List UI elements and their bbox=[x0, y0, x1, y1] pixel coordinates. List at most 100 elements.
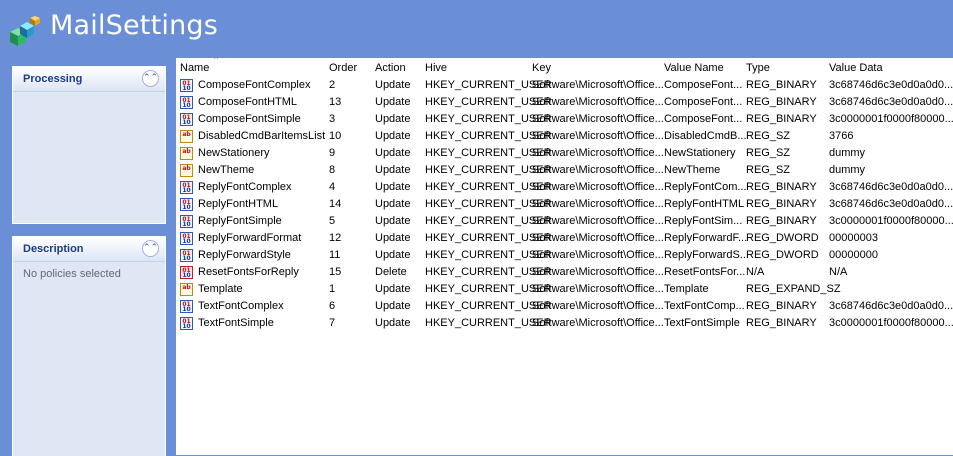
cell-key: Software\Microsoft\Office... bbox=[532, 96, 664, 108]
list-body: 01 10 ComposeFontComplex 2 Update HKEY_CURREN… bbox=[176, 77, 953, 332]
table-row[interactable]: 01 10 ComposeFontHTML 13 Update HKEY_CURRENT_… bbox=[176, 94, 953, 111]
cell-name: ReplyFontHTML bbox=[198, 198, 279, 210]
cell-order: 14 bbox=[329, 198, 342, 210]
string-value-icon: ab bbox=[180, 147, 193, 160]
table-row[interactable]: 01 10 ReplyFontSimple 5 Update HKEY_CURRENT_U… bbox=[176, 213, 953, 230]
collapse-chevron-icon[interactable]: ⌃⌃ bbox=[142, 240, 159, 257]
binary-value-icon: 01 10 bbox=[180, 215, 193, 228]
cell-order: 8 bbox=[329, 164, 336, 176]
cell-type: REG_EXPAND_SZ bbox=[746, 283, 841, 295]
description-panel: Description ⌃⌃ No policies selected bbox=[12, 236, 166, 456]
processing-panel-header[interactable]: Processing ⌃⌃ bbox=[13, 67, 165, 92]
delete-value-icon: 01 10 bbox=[180, 266, 193, 279]
collapse-chevron-icon[interactable]: ⌃⌃ bbox=[142, 70, 159, 87]
column-header-key[interactable]: Key bbox=[532, 62, 551, 74]
table-row[interactable]: 01 10 ReplyFontComplex 4 Update HKEY_CURRENT_… bbox=[176, 179, 953, 196]
cell-action: Update bbox=[375, 147, 411, 159]
cell-type: REG_BINARY bbox=[746, 198, 817, 210]
cell-order: 13 bbox=[329, 96, 342, 108]
cell-name: ComposeFontComplex bbox=[198, 79, 311, 91]
table-row[interactable]: 01 10 TextFontComplex 6 Update HKEY_CURRENT_U… bbox=[176, 298, 953, 315]
cell-order: 6 bbox=[329, 300, 336, 312]
cell-key: Software\Microsoft\Office... bbox=[532, 300, 664, 312]
table-row[interactable]: 01 10 ComposeFontSimple 3 Update HKEY_CURRENT… bbox=[176, 111, 953, 128]
cell-type: REG_DWORD bbox=[746, 249, 819, 261]
binary-value-icon: 01 10 bbox=[180, 232, 193, 245]
column-header-hive[interactable]: Hive bbox=[425, 62, 447, 74]
table-row[interactable]: 01 10 ResetFontsForReply 15 Delete HKEY_CURRE… bbox=[176, 264, 953, 281]
column-header-value-name[interactable]: Value Name bbox=[664, 62, 724, 74]
cell-name: Template bbox=[198, 283, 243, 295]
list-header: ^ Name Order Action Hive Key Value Name … bbox=[176, 54, 953, 77]
description-text: No policies selected bbox=[23, 268, 121, 280]
table-row[interactable]: 01 10 TextFontSimple 7 Update HKEY_CURRENT_US… bbox=[176, 315, 953, 332]
cell-value-name: TextFontSimple bbox=[664, 317, 740, 329]
cell-action: Delete bbox=[375, 266, 407, 278]
binary-value-icon: 01 10 bbox=[180, 249, 193, 262]
cell-order: 15 bbox=[329, 266, 342, 278]
cell-type: REG_BINARY bbox=[746, 215, 817, 227]
cell-value-name: Template bbox=[664, 283, 709, 295]
table-row[interactable]: ab DisabledCmdBarItemsList 10 Update HKEY_CU… bbox=[176, 128, 953, 145]
cell-order: 5 bbox=[329, 215, 336, 227]
cell-name: TextFontComplex bbox=[198, 300, 284, 312]
cell-order: 10 bbox=[329, 130, 342, 142]
cell-name: ReplyFontComplex bbox=[198, 181, 292, 193]
cell-key: Software\Microsoft\Office... bbox=[532, 130, 664, 142]
description-panel-header[interactable]: Description ⌃⌃ bbox=[13, 237, 165, 262]
cell-value-name: NewStationery bbox=[664, 147, 736, 159]
cell-value-name: ReplyForwardF... bbox=[664, 232, 748, 244]
cell-key: Software\Microsoft\Office... bbox=[532, 283, 664, 295]
cell-type: REG_BINARY bbox=[746, 79, 817, 91]
processing-panel: Processing ⌃⌃ bbox=[12, 66, 166, 224]
cell-action: Update bbox=[375, 215, 411, 227]
cell-action: Update bbox=[375, 317, 411, 329]
cell-type: REG_BINARY bbox=[746, 300, 817, 312]
cell-value-name: ReplyForwardS... bbox=[664, 249, 749, 261]
column-header-name[interactable]: Name bbox=[180, 62, 209, 74]
cell-type: REG_BINARY bbox=[746, 317, 817, 329]
cell-action: Update bbox=[375, 79, 411, 91]
cell-key: Software\Microsoft\Office... bbox=[532, 266, 664, 278]
cell-value-name: ComposeFont... bbox=[664, 113, 743, 125]
cell-value-data: 3c0000001f0000f80000... bbox=[829, 215, 953, 227]
cell-name: ReplyFontSimple bbox=[198, 215, 282, 227]
table-row[interactable]: 01 10 ReplyForwardStyle 11 Update HKEY_CURREN… bbox=[176, 247, 953, 264]
cell-value-name: TextFontComp... bbox=[664, 300, 745, 312]
table-row[interactable]: ab Template 1 Update HKEY_CURRENT_USER Softwa… bbox=[176, 281, 953, 298]
string-value-icon: ab bbox=[180, 164, 193, 177]
cell-action: Update bbox=[375, 181, 411, 193]
cell-action: Update bbox=[375, 96, 411, 108]
column-header-action[interactable]: Action bbox=[375, 62, 406, 74]
cell-value-name: ResetFontsFor... bbox=[664, 266, 746, 278]
cell-action: Update bbox=[375, 232, 411, 244]
policy-list[interactable]: ^ Name Order Action Hive Key Value Name … bbox=[176, 54, 953, 455]
cell-value-data: 00000000 bbox=[829, 249, 878, 261]
cell-name: ResetFontsForReply bbox=[198, 266, 299, 278]
cell-order: 9 bbox=[329, 147, 336, 159]
cell-key: Software\Microsoft\Office... bbox=[532, 249, 664, 261]
cell-value-data: N/A bbox=[829, 266, 848, 278]
string-value-icon: ab bbox=[180, 283, 193, 296]
cell-value-data: dummy bbox=[829, 164, 866, 176]
table-row[interactable]: 01 10 ReplyForwardFormat 12 Update HKEY_CURRE… bbox=[176, 230, 953, 247]
cell-action: Update bbox=[375, 283, 411, 295]
cell-type: REG_DWORD bbox=[746, 232, 819, 244]
table-row[interactable]: ab NewStationery 9 Update HKEY_CURRENT_USER S… bbox=[176, 145, 953, 162]
cell-type: REG_SZ bbox=[746, 130, 791, 142]
cell-action: Update bbox=[375, 249, 411, 261]
table-row[interactable]: 01 10 ReplyFontHTML 14 Update HKEY_CURRENT_US… bbox=[176, 196, 953, 213]
cell-value-name: DisabledCmdB... bbox=[664, 130, 747, 142]
table-row[interactable]: 01 10 ComposeFontComplex 2 Update HKEY_CURREN… bbox=[176, 77, 953, 94]
cell-key: Software\Microsoft\Office... bbox=[532, 79, 664, 91]
column-header-value-data[interactable]: Value Data bbox=[829, 62, 883, 74]
table-row[interactable]: ab NewTheme 8 Update HKEY_CURRENT_USER Softwa… bbox=[176, 162, 953, 179]
binary-value-icon: 01 10 bbox=[180, 113, 193, 126]
column-header-order[interactable]: Order bbox=[329, 62, 357, 74]
cell-key: Software\Microsoft\Office... bbox=[532, 198, 664, 210]
registry-cubes-icon bbox=[8, 16, 42, 50]
processing-panel-title: Processing bbox=[23, 73, 83, 85]
column-header-type[interactable]: Type bbox=[746, 62, 770, 74]
cell-key: Software\Microsoft\Office... bbox=[532, 215, 664, 227]
cell-value-name: ReplyFontCom... bbox=[664, 181, 747, 193]
